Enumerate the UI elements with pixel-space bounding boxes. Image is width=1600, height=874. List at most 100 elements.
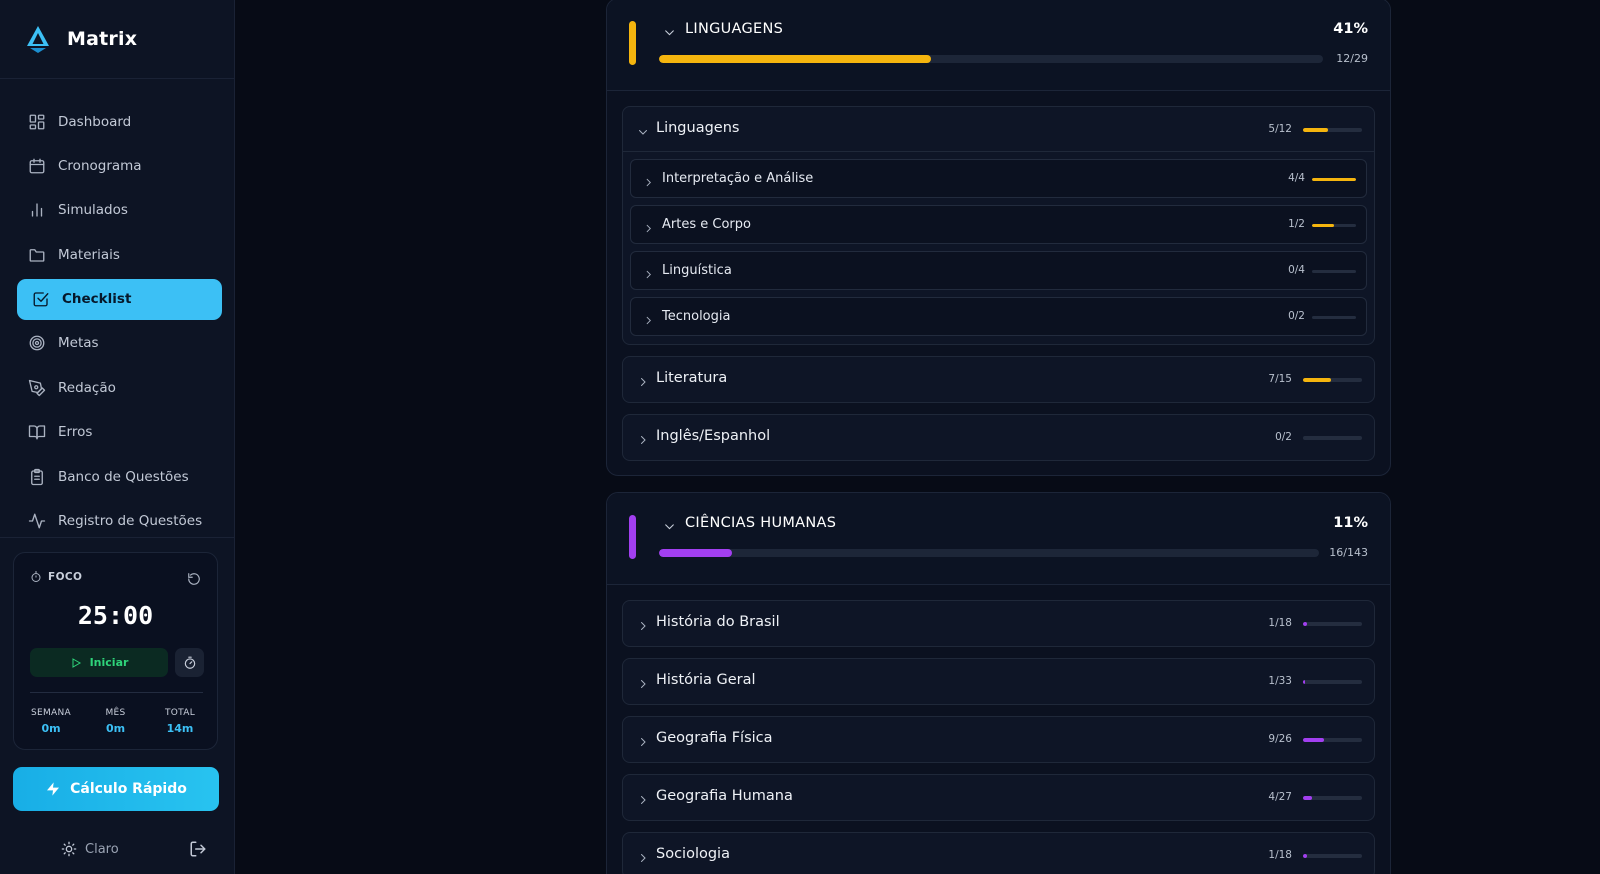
subject-header[interactable]: Sociologia 1/18 — [623, 833, 1374, 874]
subject-header[interactable]: História Geral 1/33 — [623, 659, 1374, 704]
stat-total: TOTAL 14m — [151, 708, 209, 735]
stat-month: MÊS 0m — [87, 708, 145, 735]
area-percent: 41% — [1333, 21, 1368, 37]
sidebar-item-erros[interactable]: Erros — [17, 412, 222, 453]
chevron-right-icon — [643, 219, 654, 233]
subject-progress-fill — [1303, 796, 1312, 800]
topic-count: 1/2 — [1288, 218, 1305, 230]
subject-name: Linguagens — [656, 120, 740, 136]
topic-progress-track — [1312, 316, 1356, 319]
chevron-down-icon — [663, 518, 676, 531]
area-progress-track — [659, 549, 1319, 557]
subject-linguagens: Linguagens 5/12 Interpretação e Análise … — [622, 106, 1375, 345]
sidebar-item-redacao[interactable]: Redação — [17, 367, 222, 408]
topic-item[interactable]: Artes e Corpo 1/2 — [630, 205, 1367, 244]
subject-progress-fill — [1303, 738, 1324, 742]
subject-progress-fill — [1303, 622, 1307, 626]
subject-historia-do-brasil: História do Brasil 1/18 — [622, 600, 1375, 647]
area-count: 12/29 — [1336, 52, 1368, 65]
subject-header[interactable]: Linguagens 5/12 — [623, 107, 1374, 152]
logout-icon — [190, 841, 206, 857]
area-header[interactable]: LINGUAGENS 41% 12/29 — [607, 0, 1390, 91]
subject-progress-track — [1303, 436, 1362, 440]
theme-toggle-label: Claro — [85, 841, 119, 857]
subject-count: 9/26 — [1268, 733, 1292, 745]
start-timer-button[interactable]: Iniciar — [30, 648, 168, 677]
sidebar-item-banco-de-questoes[interactable]: Banco de Questões — [17, 456, 222, 497]
topic-name: Tecnologia — [662, 309, 731, 324]
target-icon — [28, 334, 46, 352]
focus-title-label: FOCO — [48, 571, 83, 583]
chevron-right-icon — [637, 791, 649, 804]
sidebar: Matrix Dashboard Cronograma Simulados Ma… — [0, 0, 235, 874]
sidebar-item-metas[interactable]: Metas — [17, 323, 222, 364]
pen-icon — [28, 379, 46, 397]
app-name: Matrix — [67, 28, 138, 50]
subject-progress-track — [1303, 738, 1362, 742]
sidebar-nav: Dashboard Cronograma Simulados Materiais… — [0, 79, 234, 542]
topic-progress-track — [1312, 224, 1356, 227]
subject-header[interactable]: Geografia Humana 4/27 — [623, 775, 1374, 820]
logout-button[interactable] — [189, 840, 207, 858]
subject-count: 1/18 — [1268, 617, 1292, 629]
sidebar-item-label: Redação — [58, 379, 116, 396]
sidebar-item-label: Materiais — [58, 246, 120, 263]
area-accent-bar — [629, 515, 636, 559]
subject-header[interactable]: Inglês/Espanhol 0/2 — [623, 415, 1374, 460]
chevron-right-icon — [637, 675, 649, 688]
start-timer-label: Iniciar — [89, 656, 129, 669]
subject-count: 4/27 — [1268, 791, 1292, 803]
subject-header[interactable]: Geografia Física 9/26 — [623, 717, 1374, 762]
reset-timer-button[interactable] — [187, 571, 201, 585]
subject-progress-track — [1303, 796, 1362, 800]
topic-name: Interpretação e Análise — [662, 171, 814, 186]
topic-item[interactable]: Linguística 0/4 — [630, 251, 1367, 290]
sidebar-item-checklist[interactable]: Checklist — [17, 278, 222, 320]
stopwatch-button[interactable] — [175, 648, 204, 677]
sidebar-item-dashboard[interactable]: Dashboard — [17, 101, 222, 142]
subject-sociologia: Sociologia 1/18 — [622, 832, 1375, 874]
area-percent: 11% — [1333, 515, 1368, 531]
topic-count: 4/4 — [1288, 172, 1305, 184]
subject-count: 1/18 — [1268, 849, 1292, 861]
focus-divider — [30, 692, 203, 693]
area-progress-fill — [659, 549, 732, 557]
matrix-logo-icon — [27, 26, 49, 53]
quick-calc-button[interactable]: Cálculo Rápido — [13, 767, 219, 811]
book-icon — [28, 423, 46, 441]
topic-count: 0/2 — [1288, 310, 1305, 322]
subject-count: 1/33 — [1268, 675, 1292, 687]
topic-item[interactable]: Tecnologia 0/2 — [630, 297, 1367, 336]
area-title: LINGUAGENS — [685, 21, 784, 37]
topic-list: Interpretação e Análise 4/4 Artes e Corp… — [623, 152, 1374, 344]
sidebar-item-label: Dashboard — [58, 113, 132, 130]
sidebar-item-materiais[interactable]: Materiais — [17, 234, 222, 275]
subject-name: História do Brasil — [656, 614, 780, 630]
subject-header[interactable]: História do Brasil 1/18 — [623, 601, 1374, 646]
topic-item[interactable]: Interpretação e Análise 4/4 — [630, 159, 1367, 198]
subject-name: Geografia Humana — [656, 788, 793, 804]
sidebar-item-label: Cronograma — [58, 157, 142, 174]
theme-toggle[interactable]: Claro — [61, 841, 119, 857]
sidebar-item-cronograma[interactable]: Cronograma — [17, 145, 222, 186]
subject-progress-track — [1303, 128, 1362, 132]
subject-header[interactable]: Literatura 7/15 — [623, 357, 1374, 402]
focus-stats: SEMANA 0m MÊS 0m TOTAL 14m — [22, 708, 209, 735]
area-header[interactable]: CIÊNCIAS HUMANAS 11% 16/143 — [607, 493, 1390, 585]
subject-count: 0/2 — [1275, 431, 1292, 443]
sidebar-item-label: Registro de Questões — [58, 513, 203, 530]
subject-historia-geral: História Geral 1/33 — [622, 658, 1375, 705]
calendar-icon — [28, 157, 46, 175]
stopwatch-icon — [184, 656, 195, 669]
stat-label: MÊS — [105, 708, 126, 718]
sun-icon — [61, 841, 77, 857]
sidebar-item-simulados[interactable]: Simulados — [17, 190, 222, 231]
subject-name: Geografia Física — [656, 730, 773, 746]
area-card-linguagens: LINGUAGENS 41% 12/29 Linguagens 5/12 Int… — [606, 0, 1391, 476]
sidebar-item-registro-de-questoes[interactable]: Registro de Questões — [17, 501, 222, 542]
brand[interactable]: Matrix — [0, 0, 234, 79]
topic-name: Linguística — [662, 263, 732, 278]
lightning-icon — [47, 782, 60, 796]
chevron-right-icon — [637, 431, 649, 444]
reset-icon — [188, 573, 200, 585]
